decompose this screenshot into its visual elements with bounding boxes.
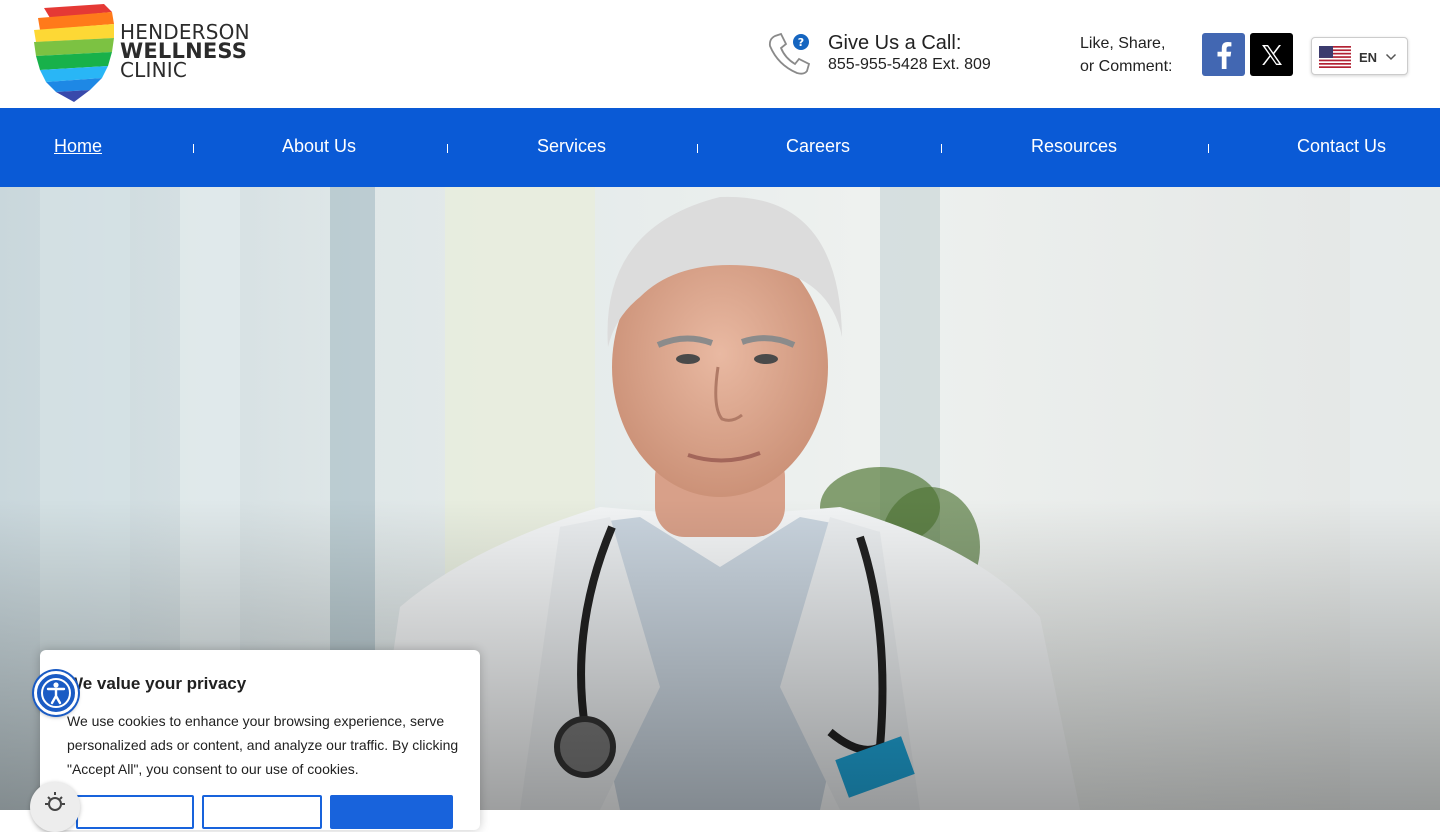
nav-contact-us[interactable]: Contact Us xyxy=(1297,136,1386,157)
nav-separator xyxy=(1208,144,1209,153)
nav-separator xyxy=(193,144,194,153)
accessibility-icon xyxy=(41,678,71,708)
chevron-down-icon xyxy=(1385,53,1397,61)
nav-services[interactable]: Services xyxy=(537,136,606,157)
call-title: Give Us a Call: xyxy=(828,32,962,54)
language-selector[interactable]: EN xyxy=(1311,37,1408,75)
site-header: HENDERSON WELLNESS CLINIC ? Give Us a Ca… xyxy=(0,0,1440,108)
cookie-title: We value your privacy xyxy=(67,674,247,693)
facebook-icon xyxy=(1217,41,1231,69)
logo-mark-icon xyxy=(34,4,114,102)
call-block[interactable]: ? Give Us a Call: 855-955-5428 Ext. 809 xyxy=(766,30,1006,80)
cookie-accept-all-button[interactable] xyxy=(330,795,453,829)
svg-text:?: ? xyxy=(798,36,804,49)
phone-number-link[interactable]: 855-955-5428 Ext. 809 xyxy=(828,56,991,74)
accessibility-button[interactable] xyxy=(34,671,78,715)
nav-careers[interactable]: Careers xyxy=(786,136,850,157)
us-flag-icon xyxy=(1319,46,1351,68)
clinic-logo[interactable]: HENDERSON WELLNESS CLINIC xyxy=(32,4,262,104)
social-caption-line-1: Like, Share, xyxy=(1080,35,1166,52)
cookie-description: We use cookies to enhance your browsing … xyxy=(67,713,459,777)
nav-resources[interactable]: Resources xyxy=(1031,136,1117,157)
cookie-reject-button[interactable] xyxy=(202,795,322,829)
cookie-customize-button[interactable] xyxy=(76,795,194,829)
phone-icon: ? xyxy=(768,32,811,75)
nav-separator xyxy=(941,144,942,153)
language-code: EN xyxy=(1359,50,1378,65)
logo-line-3: CLINIC xyxy=(120,58,188,82)
nav-home[interactable]: Home xyxy=(54,136,102,157)
main-nav: Home About Us Services Careers Resources… xyxy=(0,108,1440,187)
facebook-button[interactable] xyxy=(1202,33,1245,76)
nav-separator xyxy=(697,144,698,153)
nav-about-us[interactable]: About Us xyxy=(282,136,356,157)
nav-separator xyxy=(447,144,448,153)
theme-toggle-button[interactable] xyxy=(30,782,80,832)
cookie-consent-banner: We value your privacy We use cookies to … xyxy=(40,650,480,830)
social-caption: Like, Share, or Comment: xyxy=(1080,32,1172,78)
light-mode-icon xyxy=(45,792,65,811)
x-button[interactable] xyxy=(1250,33,1293,76)
social-caption-line-2: or Comment: xyxy=(1080,58,1173,75)
x-icon xyxy=(1261,44,1282,65)
